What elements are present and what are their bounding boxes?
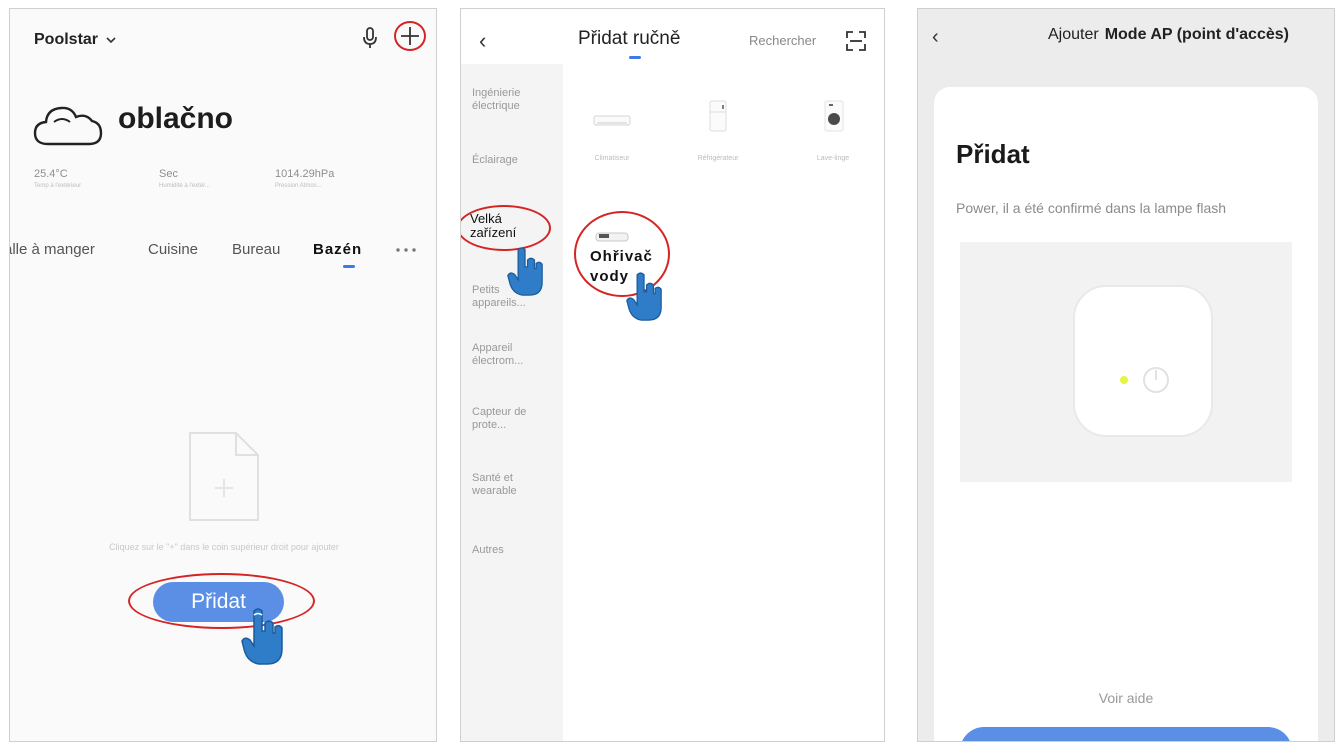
highlight-category — [461, 205, 551, 251]
stat-pressure-label: Pression Atmos... — [275, 183, 322, 189]
stat-temperature-label: Temp à l'extérieur — [34, 183, 82, 189]
stat-pressure-value: 1014.29hPa — [275, 168, 335, 180]
card-title: Přidat — [956, 139, 1030, 169]
stat-humidity-value: Sec — [159, 168, 178, 180]
chevron-down-icon — [106, 37, 117, 44]
title-mode: Mode AP (point d'accès) — [1104, 26, 1289, 43]
highlight-add-button — [128, 573, 315, 629]
device-label-fridge: Réfrigérateur — [697, 155, 739, 162]
title-add: Ajouter — [1048, 26, 1099, 43]
stat-humidity-label: Humidité à l'extér... — [159, 183, 210, 189]
category-electromenager[interactable]: Appareil électrom... — [472, 342, 544, 368]
refrigerator-icon[interactable] — [708, 100, 728, 132]
cloud-icon — [33, 106, 103, 146]
category-others[interactable]: Autres — [472, 544, 560, 557]
pointing-hand-icon — [241, 608, 283, 665]
screen-title: Přidat ručně — [578, 28, 681, 49]
room-tab-office[interactable]: Bureau — [232, 241, 280, 258]
add-manual-screen: ‹ Přidat ručně Rechercher Ingénierie éle… — [460, 8, 885, 742]
empty-hint: Cliquez sur le "+" dans le coin supérieu… — [109, 542, 339, 552]
microphone-icon[interactable] — [362, 27, 378, 49]
confirm-button[interactable]: Voyant de confirmation dans le flash — [960, 727, 1292, 741]
title-indicator — [629, 56, 641, 59]
more-dots-icon[interactable] — [395, 247, 417, 253]
device-label-washer: Lave-linge — [816, 155, 850, 162]
category-sensors[interactable]: Capteur de prote... — [472, 406, 532, 432]
stat-temperature-value: 25.4°C — [34, 168, 68, 180]
device-label-ac: Climatiseur — [594, 155, 630, 162]
pointing-hand-icon — [507, 247, 543, 296]
weather-condition: oblačno — [118, 102, 234, 135]
home-name: Poolstar — [34, 31, 99, 48]
search-link[interactable]: Rechercher — [749, 33, 816, 48]
back-chevron-icon[interactable]: ‹ — [479, 28, 486, 54]
card-description: Power, il a été confirmé dans la lampe f… — [956, 200, 1227, 216]
scan-icon[interactable] — [845, 30, 867, 52]
home-screen: Poolstar oblačno 25.4°C Temp à l'extérie… — [9, 8, 437, 742]
category-electrical[interactable]: Ingénierie électrique — [472, 87, 560, 113]
back-chevron-icon[interactable]: ‹ — [932, 26, 939, 49]
air-conditioner-icon[interactable] — [593, 115, 631, 127]
room-tab-pool[interactable]: Bazén — [313, 241, 362, 258]
empty-document-icon — [189, 432, 259, 521]
room-tab-kitchen[interactable]: Cuisine — [148, 241, 198, 258]
room-tab-dining[interactable]: alle à manger — [10, 241, 95, 258]
category-health[interactable]: Santé et wearable — [472, 472, 532, 498]
plus-icon[interactable] — [398, 24, 422, 48]
instruction-card: Přidat Power, il a été confirmé dans la … — [934, 87, 1318, 741]
category-lighting[interactable]: Éclairage — [472, 154, 560, 167]
help-link[interactable]: Voir aide — [934, 690, 1318, 706]
home-selector[interactable]: Poolstar — [34, 31, 117, 49]
pointing-hand-icon — [626, 272, 662, 321]
washing-machine-icon[interactable] — [823, 100, 845, 132]
smart-plug-icon — [1073, 285, 1213, 437]
active-room-indicator — [343, 265, 355, 268]
device-illustration — [960, 242, 1292, 482]
screen-title: Ajouter Mode AP (point d'accès) — [1048, 26, 1289, 44]
ap-mode-screen: ‹ Ajouter Mode AP (point d'accès) Přidat … — [917, 8, 1335, 742]
